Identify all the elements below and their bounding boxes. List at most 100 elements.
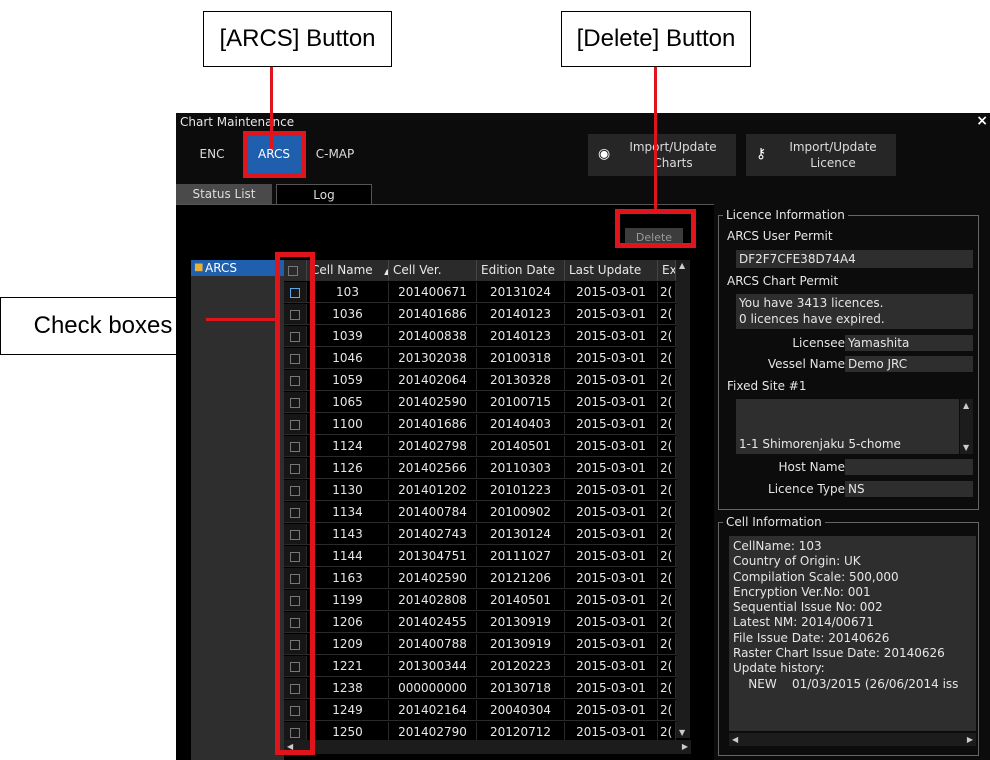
table-row[interactable]: 1134 201400784 20100902 2015-03-01 2( xyxy=(284,502,691,524)
table-vertical-scrollbar[interactable]: ▲ ▼ xyxy=(676,260,690,738)
scroll-right-icon[interactable]: ▶ xyxy=(682,742,688,751)
table-row[interactable]: 1036 201401686 20140123 2015-03-01 2( xyxy=(284,304,691,326)
cell-cell-name: 1130 xyxy=(307,480,389,501)
cell-last-update: 2015-03-01 xyxy=(565,436,658,457)
column-header-edition-date[interactable]: Edition Date xyxy=(477,260,565,281)
cell-information-text: CellName: 103 Country of Origin: UK Comp… xyxy=(729,536,976,731)
scroll-left-icon[interactable]: ◀ xyxy=(732,735,738,744)
row-checkbox[interactable] xyxy=(284,370,307,391)
table-row[interactable]: 1126 201402566 20110303 2015-03-01 2( xyxy=(284,458,691,480)
row-checkbox[interactable] xyxy=(284,436,307,457)
cell-cell-ver: 201402590 xyxy=(389,392,477,413)
column-header-cell-name[interactable]: Cell Name ▲ xyxy=(307,260,389,281)
cell-info-line: Sequential Issue No: 002 xyxy=(733,600,883,615)
row-checkbox[interactable] xyxy=(284,722,307,740)
table-row[interactable]: 1059 201402064 20130328 2015-03-01 2( xyxy=(284,370,691,392)
row-checkbox[interactable] xyxy=(284,304,307,325)
column-header-last-update[interactable]: Last Update xyxy=(565,260,658,281)
tab-cmap[interactable]: C-MAP xyxy=(310,135,360,173)
table-row[interactable]: 1144 201304751 20111027 2015-03-01 2( xyxy=(284,546,691,568)
cell-cell-name: 1124 xyxy=(307,436,389,457)
tab-enc[interactable]: ENC xyxy=(186,135,238,173)
licence-type-field: NS xyxy=(845,481,973,497)
fixed-site-scrollbar[interactable]: ▲ ▼ xyxy=(960,399,973,454)
table-row[interactable]: 1124 201402798 20140501 2015-03-01 2( xyxy=(284,436,691,458)
table-row[interactable]: 1199 201402808 20140501 2015-03-01 2( xyxy=(284,590,691,612)
tab-log[interactable]: Log xyxy=(276,184,372,204)
cell-cell-name: 1039 xyxy=(307,326,389,347)
table-row[interactable]: 1249 201402164 20040304 2015-03-01 2( xyxy=(284,700,691,722)
cell-expiry: 2( xyxy=(658,524,676,545)
cell-last-update: 2015-03-01 xyxy=(565,612,658,633)
cell-info-line: File Issue Date: 20140626 xyxy=(733,630,890,645)
import-update-licence-button[interactable]: ⚷ Import/Update Licence xyxy=(746,134,896,176)
table-row[interactable]: 1209 201400788 20130919 2015-03-01 2( xyxy=(284,634,691,656)
table-row[interactable]: 1143 201402743 20130124 2015-03-01 2( xyxy=(284,524,691,546)
cell-last-update: 2015-03-01 xyxy=(565,700,658,721)
table-row[interactable]: 1250 201402790 20120712 2015-03-01 2( xyxy=(284,722,691,740)
table-row[interactable]: 1065 201402590 20100715 2015-03-01 2( xyxy=(284,392,691,414)
user-permit-label: ARCS User Permit xyxy=(727,229,833,243)
row-checkbox[interactable] xyxy=(284,612,307,633)
row-checkbox[interactable] xyxy=(284,502,307,523)
cell-expiry: 2( xyxy=(658,546,676,567)
table-row[interactable]: 1046 201302038 20100318 2015-03-01 2( xyxy=(284,348,691,370)
cell-last-update: 2015-03-01 xyxy=(565,282,658,303)
table-row[interactable]: 1206 201402455 20130919 2015-03-01 2( xyxy=(284,612,691,634)
table-row[interactable]: 1238 000000000 20130718 2015-03-01 2( xyxy=(284,678,691,700)
cell-cell-name: 1143 xyxy=(307,524,389,545)
scroll-right-icon[interactable]: ▶ xyxy=(967,735,973,744)
row-checkbox[interactable] xyxy=(284,546,307,567)
tab-status-list[interactable]: Status List xyxy=(176,184,272,204)
table-row[interactable]: 1100 201401686 20140403 2015-03-01 2( xyxy=(284,414,691,436)
row-checkbox[interactable] xyxy=(284,326,307,347)
scroll-down-icon[interactable]: ▼ xyxy=(963,443,969,452)
cell-edition-date: 20111027 xyxy=(477,546,565,567)
table-row[interactable]: 1163 201402590 20121206 2015-03-01 2( xyxy=(284,568,691,590)
table-row[interactable]: 1130 201401202 20101223 2015-03-01 2( xyxy=(284,480,691,502)
cell-expiry: 2( xyxy=(658,414,676,435)
row-checkbox[interactable] xyxy=(284,480,307,501)
cell-last-update: 2015-03-01 xyxy=(565,678,658,699)
cell-cell-name: 1221 xyxy=(307,656,389,677)
cell-cell-ver: 201401202 xyxy=(389,480,477,501)
import-update-charts-button[interactable]: ◉ Import/Update Charts xyxy=(588,134,736,176)
row-checkbox[interactable] xyxy=(284,590,307,611)
row-checkbox[interactable] xyxy=(284,414,307,435)
cell-edition-date: 20130919 xyxy=(477,612,565,633)
table-row[interactable]: 103 201400671 20131024 2015-03-01 2( xyxy=(284,282,691,304)
row-checkbox[interactable] xyxy=(284,656,307,677)
row-checkbox[interactable] xyxy=(284,568,307,589)
table-row[interactable]: 1221 201300344 20120223 2015-03-01 2( xyxy=(284,656,691,678)
table-row[interactable]: 1039 201400838 20140123 2015-03-01 2( xyxy=(284,326,691,348)
cell-cell-ver: 201400671 xyxy=(389,282,477,303)
row-checkbox[interactable] xyxy=(284,458,307,479)
tab-arcs[interactable]: ARCS xyxy=(247,135,301,173)
column-header-cell-ver[interactable]: Cell Ver. xyxy=(389,260,477,281)
cell-last-update: 2015-03-01 xyxy=(565,634,658,655)
scroll-up-icon[interactable]: ▲ xyxy=(679,261,685,270)
tree-item-arcs[interactable]: ■ ARCS xyxy=(191,260,284,276)
table-horizontal-scrollbar[interactable]: ◀ ▶ xyxy=(284,740,691,754)
cell-cell-ver: 201402808 xyxy=(389,590,477,611)
cell-info-line: Latest NM: 2014/00671 xyxy=(733,615,874,630)
row-checkbox[interactable] xyxy=(284,678,307,699)
row-checkbox[interactable] xyxy=(284,392,307,413)
scroll-up-icon[interactable]: ▲ xyxy=(963,401,969,410)
scroll-down-icon[interactable]: ▼ xyxy=(679,728,685,737)
row-checkbox[interactable] xyxy=(284,282,307,303)
licensee-field: Yamashita xyxy=(845,335,973,351)
cell-info-horizontal-scrollbar[interactable]: ◀ ▶ xyxy=(729,733,976,746)
tree-item-label: ARCS xyxy=(205,261,237,275)
close-icon[interactable]: × xyxy=(976,113,988,129)
scroll-left-icon[interactable]: ◀ xyxy=(287,742,293,751)
delete-button[interactable]: Delete xyxy=(625,228,683,246)
row-checkbox[interactable] xyxy=(284,634,307,655)
cell-cell-ver: 201400784 xyxy=(389,502,477,523)
row-checkbox[interactable] xyxy=(284,700,307,721)
cell-cell-name: 1134 xyxy=(307,502,389,523)
column-header-expiry[interactable]: Ex xyxy=(658,260,676,281)
row-checkbox[interactable] xyxy=(284,348,307,369)
select-all-checkbox[interactable] xyxy=(284,260,307,281)
row-checkbox[interactable] xyxy=(284,524,307,545)
